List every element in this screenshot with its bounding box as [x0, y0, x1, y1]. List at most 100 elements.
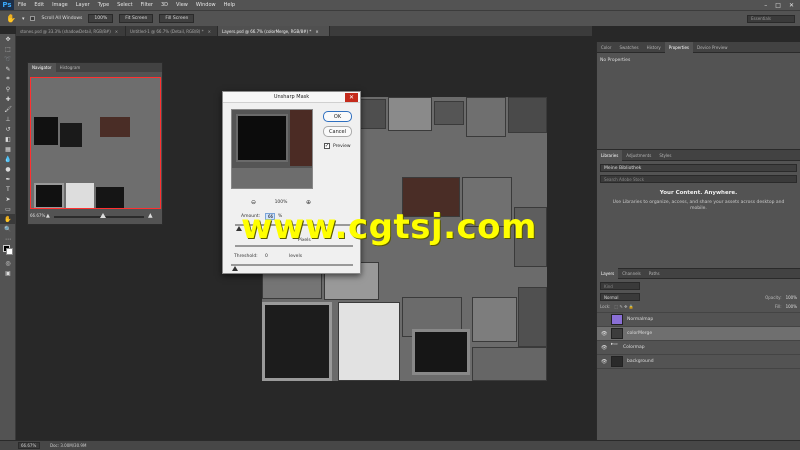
- menu-bar: Ps File Edit Image Layer Type Select Filter 3D V…: [0, 0, 800, 10]
- fit-screen-button[interactable]: Fit Screen: [119, 14, 154, 23]
- quick-mask-icon[interactable]: ◎: [0, 258, 16, 268]
- quick-select-tool-icon[interactable]: ✎: [0, 64, 16, 74]
- scroll-all-windows-checkbox[interactable]: [30, 16, 36, 21]
- cancel-button[interactable]: Cancel: [323, 126, 352, 137]
- marquee-tool-icon[interactable]: ⬚: [0, 44, 16, 54]
- tab-stones[interactable]: stones.psd @ 33.3% (shadowDetail, RGB/8#…: [16, 26, 126, 36]
- tab-color[interactable]: Color: [597, 42, 615, 53]
- close-icon[interactable]: ✕: [345, 93, 358, 102]
- menu-layer[interactable]: Layer: [72, 2, 94, 8]
- tab-history[interactable]: History: [643, 42, 665, 53]
- menu-window[interactable]: Window: [192, 2, 220, 8]
- layer-kind-select[interactable]: Kind: [600, 282, 640, 290]
- blend-mode-select[interactable]: Normal: [600, 293, 640, 301]
- tab-styles[interactable]: Styles: [655, 150, 675, 161]
- close-icon[interactable]: ×: [208, 29, 211, 34]
- healing-tool-icon[interactable]: ✚: [0, 94, 16, 104]
- menu-help[interactable]: Help: [220, 2, 239, 8]
- menu-edit[interactable]: Edit: [30, 2, 48, 8]
- menu-type[interactable]: Type: [94, 2, 113, 8]
- blur-tool-icon[interactable]: 💧: [0, 154, 16, 164]
- tab-layers[interactable]: Layers: [597, 268, 619, 279]
- threshold-input[interactable]: 0: [265, 254, 268, 259]
- zoom-out-icon[interactable]: ▲: [46, 213, 50, 219]
- layer-row[interactable]: 👁 colorMerge: [597, 327, 800, 341]
- type-tool-icon[interactable]: T: [0, 184, 16, 194]
- minimize-button[interactable]: –: [764, 2, 767, 9]
- tab-adjustments[interactable]: Adjustments: [622, 150, 655, 161]
- status-zoom[interactable]: 66.67%: [18, 442, 40, 449]
- tab-paths[interactable]: Paths: [645, 268, 664, 279]
- tab-untitled[interactable]: Untitled-1 @ 66.7% (Detail, RGB/8) * ×: [126, 26, 218, 36]
- tab-properties[interactable]: Properties: [664, 41, 694, 53]
- close-icon[interactable]: ×: [315, 29, 318, 34]
- preview-label: Preview: [333, 143, 351, 149]
- preview-checkbox[interactable]: ✓: [324, 143, 330, 149]
- menu-filter[interactable]: Filter: [137, 2, 157, 8]
- zoom-slider-knob[interactable]: [100, 213, 106, 218]
- preview-checkbox-row[interactable]: ✓ Preview: [324, 143, 351, 149]
- options-dropdown-icon[interactable]: ▾: [22, 16, 25, 22]
- preview-zoom-row: ⊖ 100% ⊕: [251, 199, 311, 206]
- maximize-button[interactable]: □: [775, 2, 781, 9]
- layer-row[interactable]: Normalmap: [597, 313, 800, 327]
- history-brush-icon[interactable]: ↺: [0, 124, 16, 134]
- fill-value[interactable]: 100%: [786, 304, 797, 309]
- tab-channels[interactable]: Channels: [618, 268, 645, 279]
- view-proxy-box[interactable]: [30, 77, 161, 209]
- options-bar: ✋ ▾ Scroll All Windows 100% Fit Screen F…: [0, 10, 800, 26]
- fill-screen-button[interactable]: Fill Screen: [159, 14, 195, 23]
- tab-device-preview[interactable]: Device Preview: [693, 42, 732, 53]
- tab-swatches[interactable]: Swatches: [615, 42, 642, 53]
- threshold-slider-knob[interactable]: [232, 266, 238, 271]
- visibility-eye-icon[interactable]: 👁: [601, 345, 607, 351]
- zoom-100-button[interactable]: 100%: [88, 14, 114, 23]
- menu-image[interactable]: Image: [48, 2, 72, 8]
- menu-select[interactable]: Select: [113, 2, 136, 8]
- threshold-slider[interactable]: [231, 264, 353, 266]
- color-swatch-icon[interactable]: [0, 244, 16, 258]
- lock-icons[interactable]: ⬚ ✎ ✥ 🔒: [614, 304, 633, 309]
- shape-tool-icon[interactable]: ▭: [0, 204, 16, 214]
- library-search-input[interactable]: Search Adobe Stock: [600, 175, 797, 183]
- zoom-tool-icon[interactable]: 🔍: [0, 224, 16, 234]
- path-select-tool-icon[interactable]: ➤: [0, 194, 16, 204]
- navigator-zoom-slider[interactable]: [54, 216, 144, 218]
- tab-libraries[interactable]: Libraries: [597, 149, 623, 161]
- dodge-tool-icon[interactable]: ●: [0, 164, 16, 174]
- pen-tool-icon[interactable]: ✒: [0, 174, 16, 184]
- gradient-tool-icon[interactable]: ▦: [0, 144, 16, 154]
- navigator-zoom-value[interactable]: 66.67%: [30, 213, 45, 218]
- layer-row[interactable]: 👁 background: [597, 355, 800, 369]
- zoom-out-icon[interactable]: ⊖: [251, 199, 256, 206]
- eraser-tool-icon[interactable]: ◧: [0, 134, 16, 144]
- tab-histogram[interactable]: Histogram: [56, 63, 85, 72]
- screen-mode-icon[interactable]: ▣: [0, 268, 16, 278]
- workspace-select[interactable]: Essentials: [747, 14, 795, 23]
- eyedropper-tool-icon[interactable]: ⚲: [0, 84, 16, 94]
- brush-tool-icon[interactable]: 🖌: [0, 104, 16, 114]
- menu-view[interactable]: View: [172, 2, 192, 8]
- ok-button[interactable]: OK: [323, 111, 352, 122]
- visibility-eye-icon[interactable]: 👁: [601, 359, 607, 365]
- folder-icon: ▸▭: [611, 342, 618, 347]
- close-icon[interactable]: ×: [115, 29, 118, 34]
- opacity-value[interactable]: 100%: [786, 295, 797, 300]
- menu-3d[interactable]: 3D: [157, 2, 172, 8]
- menu-file[interactable]: File: [14, 2, 30, 8]
- visibility-eye-icon[interactable]: 👁: [601, 331, 607, 337]
- layer-row[interactable]: 👁 ▸▭ Colormap: [597, 341, 800, 355]
- close-window-button[interactable]: ✕: [789, 2, 794, 9]
- lasso-tool-icon[interactable]: ➰: [0, 54, 16, 64]
- hand-tool-icon[interactable]: ✋: [0, 214, 16, 224]
- tab-layers[interactable]: Layers.psd @ 66.7% (colorMerge, RGB/8#) …: [218, 26, 330, 36]
- more-tools-icon[interactable]: ⋯: [0, 234, 16, 244]
- move-tool-icon[interactable]: ✥: [0, 34, 16, 44]
- filter-preview[interactable]: [231, 109, 313, 189]
- zoom-in-icon[interactable]: ▲: [148, 212, 153, 219]
- zoom-in-icon[interactable]: ⊕: [306, 199, 311, 206]
- crop-tool-icon[interactable]: ⌗: [0, 74, 16, 84]
- stamp-tool-icon[interactable]: ⊥: [0, 114, 16, 124]
- tab-navigator[interactable]: Navigator: [28, 63, 56, 72]
- library-select[interactable]: Meine Bibliothek: [600, 164, 797, 172]
